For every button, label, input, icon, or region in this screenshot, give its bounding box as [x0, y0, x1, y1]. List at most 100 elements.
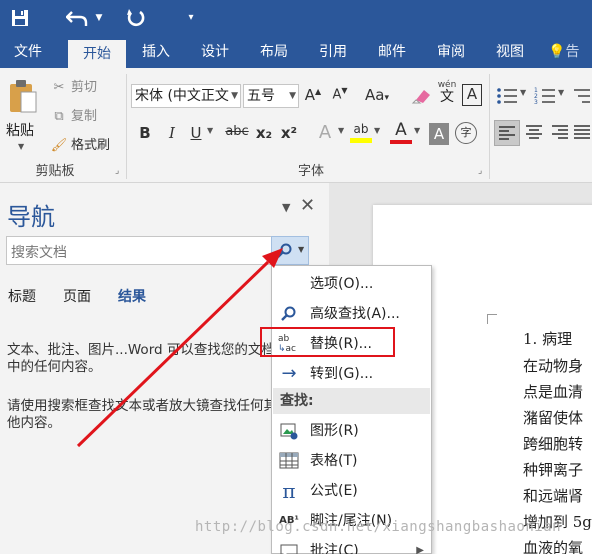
menu-item-advanced-find[interactable]: 高级查找(A)... — [273, 299, 430, 329]
character-border-button[interactable]: A — [462, 84, 482, 106]
redo-icon[interactable] — [124, 0, 148, 36]
undo-icon[interactable] — [64, 0, 90, 36]
tab-home[interactable]: 开始 — [68, 40, 126, 68]
superscript-button[interactable]: x² — [279, 124, 299, 142]
align-left-button[interactable] — [494, 120, 520, 146]
font-size-combo[interactable]: 五号 ▼ — [243, 84, 299, 108]
doc-line: 种钾离子 — [523, 461, 584, 479]
menu-item-find-comments[interactable]: 批注(C) ▶ — [273, 536, 430, 554]
grow-font-button[interactable]: A▲ — [303, 86, 323, 104]
equation-icon: π — [282, 479, 296, 503]
character-shading-button[interactable]: A — [429, 123, 449, 145]
tab-layout[interactable]: 布局 — [248, 36, 300, 68]
bullets-icon[interactable] — [496, 86, 518, 106]
subscript-button[interactable]: x₂ — [254, 124, 274, 142]
title-bar: ▼ ▾ — [0, 0, 592, 36]
tab-pages[interactable]: 页面 — [63, 286, 91, 306]
font-group-label: 字体 — [297, 164, 324, 179]
font-color-button[interactable]: A — [390, 120, 412, 146]
phonetic-guide-button[interactable]: wén 文 — [436, 80, 458, 104]
doc-line: 点是血清 — [523, 383, 584, 401]
change-case-button[interactable]: Aa▾ — [362, 86, 392, 104]
ribbon-home: 粘贴 ▼ ✂ 剪切 ⧉ 复制 🖌 格式刷 剪贴板 ⌟ 宋体 (中文正文 ▼ 五号 ▼ A▲… — [0, 68, 592, 183]
customize-qat-icon[interactable]: ▾ — [184, 0, 198, 36]
highlight-button[interactable]: ab — [350, 122, 372, 146]
search-options-menu: 选项(O)... 高级查找(A)... ab ↳ac 替换(R)... → 转到… — [271, 265, 432, 554]
text-effects-button[interactable]: A — [314, 122, 336, 143]
ribbon-tab-bar: 文件 开始 插入 设计 布局 引用 邮件 审阅 视图 💡告 — [0, 36, 592, 68]
menu-item-find-tables[interactable]: 表格(T) — [273, 446, 430, 476]
font-color-swatch — [390, 140, 412, 144]
svg-text:3: 3 — [534, 99, 538, 106]
menu-item-goto[interactable]: → 转到(G)... — [273, 359, 430, 389]
format-painter-icon: 🖌 — [50, 138, 68, 153]
align-center-button[interactable] — [522, 120, 546, 146]
search-options-button[interactable]: ▼ — [271, 236, 309, 265]
align-right-button[interactable] — [548, 120, 572, 146]
nav-options-icon[interactable]: ▼ — [282, 201, 290, 214]
scissors-icon: ✂ — [53, 80, 65, 95]
menu-item-find-graphics[interactable]: 图形(R) — [273, 416, 430, 446]
nav-pane-title: 导航 — [7, 203, 55, 231]
submenu-arrow-icon: ▶ — [416, 545, 424, 554]
doc-line: 1. 病理 — [523, 330, 573, 348]
tab-review[interactable]: 审阅 — [425, 36, 477, 68]
clipboard-group-label: 剪贴板 — [35, 164, 75, 179]
lightbulb-icon: 💡 — [548, 44, 566, 60]
multilevel-list-icon[interactable] — [572, 86, 592, 106]
doc-line: 血液的氧 — [523, 539, 584, 554]
copy-icon: ⧉ — [54, 109, 64, 124]
format-painter-button[interactable]: 🖌 格式刷 — [50, 134, 110, 153]
justify-button[interactable] — [572, 120, 592, 146]
underline-dropdown-icon[interactable]: ▼ — [207, 126, 213, 135]
magnifier-icon — [277, 243, 292, 258]
tab-file[interactable]: 文件 — [0, 36, 56, 68]
paste-icon — [8, 78, 38, 114]
tab-results[interactable]: 结果 — [118, 286, 146, 306]
clear-formatting-icon[interactable] — [410, 86, 432, 106]
strikethrough-button[interactable]: abc — [224, 124, 250, 139]
search-input[interactable]: 搜索文档 — [6, 236, 309, 265]
chevron-down-icon: ▼ — [231, 91, 238, 101]
font-launcher-icon[interactable]: ⌟ — [478, 166, 482, 176]
find-section-header: 查找: — [273, 388, 430, 414]
tab-view[interactable]: 视图 — [484, 36, 536, 68]
tab-references[interactable]: 引用 — [307, 36, 359, 68]
font-name-combo[interactable]: 宋体 (中文正文 ▼ — [131, 84, 241, 108]
watermark-text: http://blog.csdn.net/xiangshangbashaonia… — [195, 519, 562, 535]
numbering-dropdown-icon[interactable]: ▼ — [558, 88, 564, 97]
enclose-characters-button[interactable]: 字 — [455, 122, 477, 144]
italic-button[interactable]: I — [164, 124, 180, 142]
menu-item-options[interactable]: 选项(O)... — [273, 269, 430, 299]
group-separator — [489, 74, 490, 179]
tab-insert[interactable]: 插入 — [130, 36, 182, 68]
paste-dropdown-icon[interactable]: ▼ — [18, 142, 24, 151]
bullets-dropdown-icon[interactable]: ▼ — [520, 88, 526, 97]
highlight-dropdown-icon[interactable]: ▼ — [374, 126, 380, 135]
font-color-dropdown-icon[interactable]: ▼ — [414, 126, 420, 135]
save-icon[interactable] — [8, 0, 32, 36]
clipboard-launcher-icon[interactable]: ⌟ — [115, 166, 119, 176]
text-effects-dropdown-icon[interactable]: ▼ — [338, 126, 344, 135]
close-icon[interactable]: ✕ — [300, 195, 315, 216]
underline-button[interactable]: U — [188, 124, 204, 142]
doc-line: 潴留使体 — [523, 409, 584, 427]
paste-button[interactable]: 粘贴 ▼ — [4, 76, 44, 156]
copy-button[interactable]: ⧉ 复制 — [50, 105, 97, 124]
chevron-down-icon: ▼ — [289, 91, 296, 101]
tell-me-box[interactable]: 💡告 — [548, 36, 592, 68]
cut-button[interactable]: ✂ 剪切 — [50, 76, 97, 95]
numbering-icon[interactable]: 123 — [534, 86, 556, 106]
bold-button[interactable]: B — [136, 124, 154, 142]
margin-corner-mark — [487, 314, 497, 324]
undo-dropdown-icon[interactable]: ▼ — [92, 0, 106, 36]
paste-label: 粘贴 — [6, 123, 34, 139]
comment-icon — [278, 536, 300, 554]
tab-headings[interactable]: 标题 — [8, 286, 36, 306]
tab-mailings[interactable]: 邮件 — [366, 36, 418, 68]
menu-item-find-equations[interactable]: π 公式(E) — [273, 476, 430, 506]
shrink-font-button[interactable]: A▼ — [330, 86, 350, 102]
chevron-down-icon: ▼ — [298, 245, 305, 254]
group-separator — [126, 74, 127, 179]
tab-design[interactable]: 设计 — [189, 36, 241, 68]
